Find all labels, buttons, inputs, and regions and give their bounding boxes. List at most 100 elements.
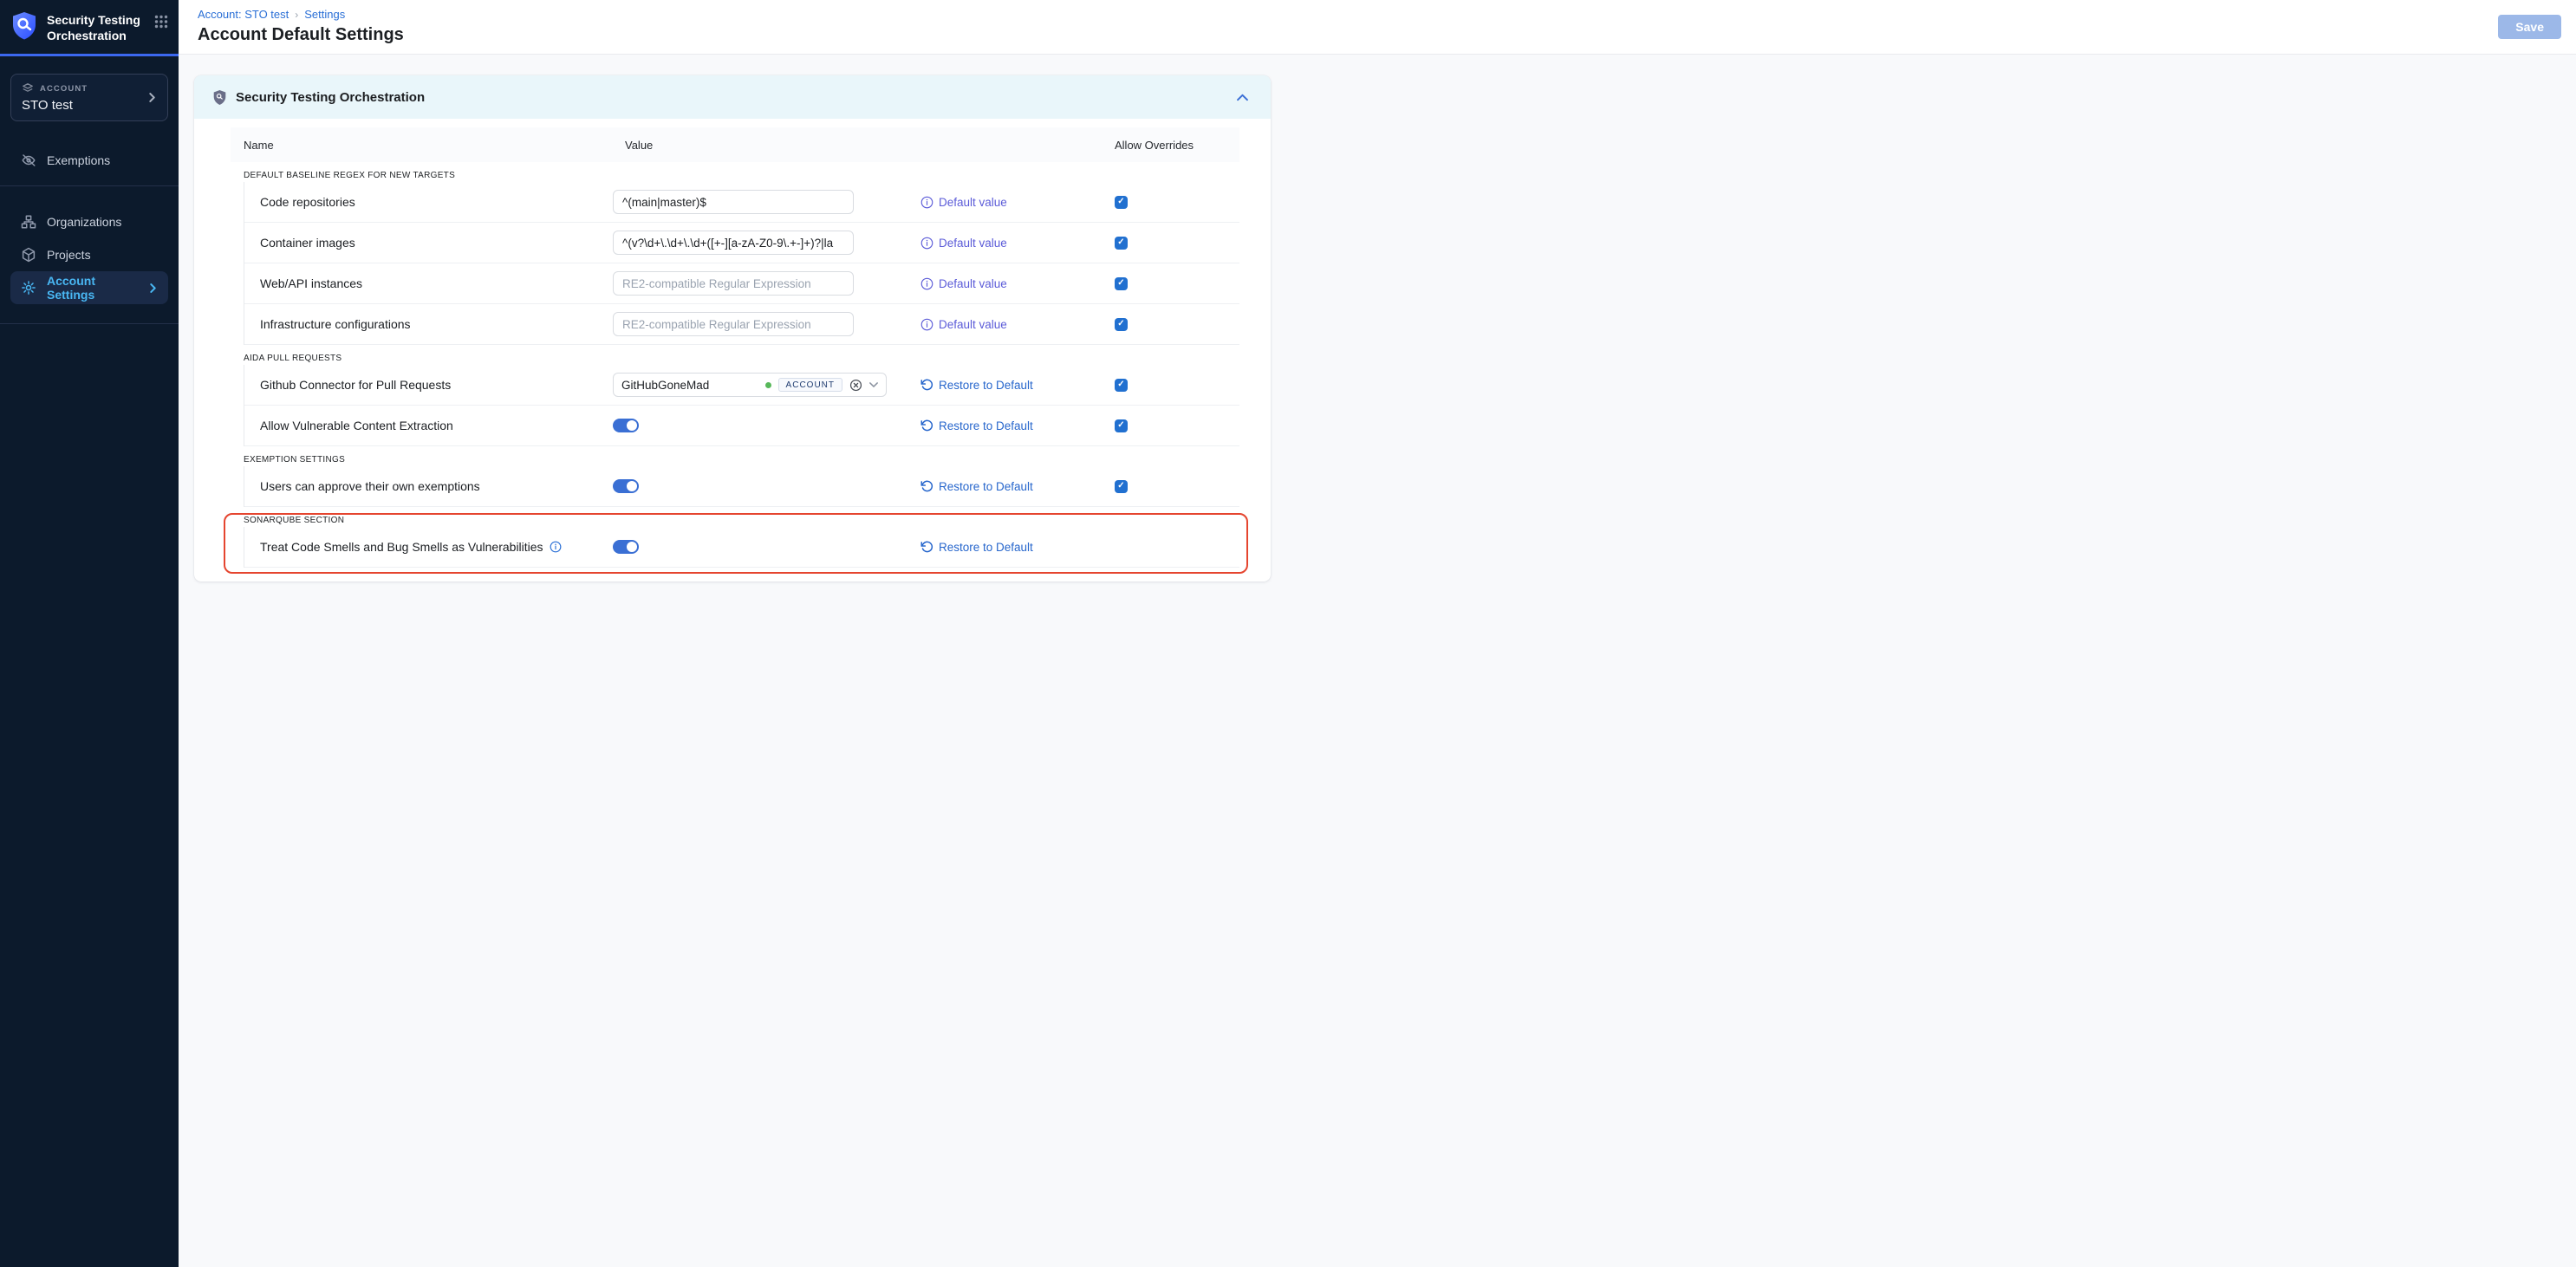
settings-group: SONARQUBE SECTION Treat Code Smells and B… bbox=[231, 516, 1239, 568]
allow-overrides-checkbox[interactable] bbox=[1115, 480, 1128, 493]
default-value-link[interactable]: Default value bbox=[920, 277, 1101, 290]
action-label: Default value bbox=[939, 318, 1007, 331]
info-circle-icon bbox=[920, 196, 933, 209]
sidebar-item-label: Exemptions bbox=[47, 153, 146, 167]
sidebar-divider bbox=[0, 323, 179, 324]
row-value-cell bbox=[613, 419, 920, 432]
allow-overrides-checkbox[interactable] bbox=[1115, 419, 1128, 432]
app-switcher-grid-icon[interactable] bbox=[154, 15, 168, 29]
table-row: Users can approve their own exemptions Re… bbox=[244, 466, 1239, 507]
info-circle-icon bbox=[920, 277, 933, 290]
connector-scope-tag: ACCOUNT bbox=[778, 378, 842, 392]
row-value-cell bbox=[613, 540, 920, 554]
restore-to-default-link[interactable]: Restore to Default bbox=[920, 379, 1101, 392]
action-label: Restore to Default bbox=[939, 541, 1033, 554]
sidebar-item-label: Account Settings bbox=[47, 274, 138, 302]
eye-off-icon bbox=[21, 153, 36, 168]
sidebar-item-label: Projects bbox=[47, 248, 146, 262]
content-area: Security Testing Orchestration Name Valu… bbox=[179, 55, 2576, 1267]
account-name: STO test bbox=[22, 98, 147, 113]
row-name-label: Users can approve their own exemptions bbox=[260, 479, 480, 493]
value-input[interactable] bbox=[613, 190, 854, 214]
row-value-cell bbox=[613, 190, 920, 214]
toggle-switch[interactable] bbox=[613, 540, 639, 554]
connector-status-dot bbox=[765, 382, 771, 388]
settings-card: Security Testing Orchestration Name Valu… bbox=[194, 75, 1271, 582]
allow-overrides-checkbox[interactable] bbox=[1115, 379, 1128, 392]
settings-group-inner: EXEMPTION SETTINGSUsers can approve thei… bbox=[244, 455, 1239, 507]
account-scope-card[interactable]: ACCOUNT STO test bbox=[10, 74, 168, 121]
toggle-switch[interactable] bbox=[613, 479, 639, 493]
chevron-down-icon[interactable] bbox=[869, 380, 878, 389]
settings-group: AIDA PULL REQUESTSGithub Connector for P… bbox=[231, 354, 1239, 446]
breadcrumb-account-link[interactable]: Account: STO test bbox=[198, 8, 289, 21]
group-rows: Users can approve their own exemptions Re… bbox=[244, 466, 1239, 507]
layers-icon bbox=[22, 82, 34, 94]
allow-overrides-checkbox[interactable] bbox=[1115, 318, 1128, 331]
group-label: EXEMPTION SETTINGS bbox=[244, 455, 1239, 465]
row-value-cell: GitHubGoneMadACCOUNT bbox=[613, 373, 920, 397]
row-override-cell bbox=[1101, 237, 1239, 250]
breadcrumb-settings-link[interactable]: Settings bbox=[304, 8, 345, 21]
action-label: Default value bbox=[939, 277, 1007, 290]
info-circle-icon bbox=[920, 318, 933, 331]
column-header-name: Name bbox=[244, 139, 625, 152]
value-input[interactable] bbox=[613, 312, 854, 336]
cube-icon bbox=[21, 247, 36, 263]
default-value-link[interactable]: Default value bbox=[920, 196, 1101, 209]
info-icon[interactable] bbox=[550, 541, 562, 553]
row-name-cell: Container images bbox=[244, 236, 613, 250]
table-row: Allow Vulnerable Content ExtractionResto… bbox=[244, 406, 1239, 446]
clear-circle-icon[interactable] bbox=[849, 379, 862, 392]
chevron-up-icon[interactable] bbox=[1237, 92, 1248, 103]
value-input[interactable] bbox=[613, 271, 854, 296]
default-value-link[interactable]: Default value bbox=[920, 318, 1101, 331]
group-rows: Code repositoriesDefault valueContainer … bbox=[244, 182, 1239, 345]
row-override-cell bbox=[1101, 379, 1239, 392]
settings-groups: DEFAULT BASELINE REGEX FOR NEW TARGETSCo… bbox=[231, 171, 1239, 568]
sidebar-item-label: Organizations bbox=[47, 215, 146, 229]
row-name-cell: Treat Code Smells and Bug Smells as Vuln… bbox=[244, 540, 613, 554]
module-header: Security Testing Orchestration bbox=[0, 0, 179, 43]
module-title: Security Testing Orchestration bbox=[47, 11, 146, 43]
sidebar: Security Testing Orchestration ACCOUNT S… bbox=[0, 0, 179, 1267]
settings-group-inner: DEFAULT BASELINE REGEX FOR NEW TARGETSCo… bbox=[244, 171, 1239, 345]
allow-overrides-checkbox[interactable] bbox=[1115, 277, 1128, 290]
breadcrumb-separator: › bbox=[295, 9, 298, 21]
info-circle-icon bbox=[920, 237, 933, 250]
restore-undo-icon bbox=[920, 480, 933, 493]
row-name-cell: Code repositories bbox=[244, 195, 613, 209]
sidebar-item-organizations[interactable]: Organizations bbox=[0, 205, 179, 238]
value-input[interactable] bbox=[613, 231, 854, 255]
main-area: Account: STO test › Settings Account Def… bbox=[179, 0, 2576, 1267]
row-override-cell bbox=[1101, 196, 1239, 209]
restore-to-default-link[interactable]: Restore to Default bbox=[920, 480, 1101, 493]
row-name-cell: Infrastructure configurations bbox=[244, 317, 613, 331]
breadcrumb: Account: STO test › Settings bbox=[198, 8, 2561, 21]
table-row: Container images Default value bbox=[244, 223, 1239, 263]
page-header: Account: STO test › Settings Account Def… bbox=[179, 0, 2576, 55]
row-value-cell bbox=[613, 479, 920, 493]
toggle-switch[interactable] bbox=[613, 419, 639, 432]
chevron-right-icon bbox=[147, 93, 157, 102]
restore-to-default-link[interactable]: Restore to Default bbox=[920, 419, 1101, 432]
save-button[interactable]: Save bbox=[2498, 15, 2561, 39]
table-row: Treat Code Smells and Bug Smells as Vuln… bbox=[244, 527, 1239, 568]
chevron-right-icon bbox=[148, 283, 158, 293]
allow-overrides-checkbox[interactable] bbox=[1115, 237, 1128, 250]
row-name-cell: Users can approve their own exemptions bbox=[244, 479, 613, 493]
sidebar-item-exemptions[interactable]: Exemptions bbox=[0, 144, 179, 177]
row-name-label: Web/API instances bbox=[260, 276, 362, 290]
action-label: Default value bbox=[939, 237, 1007, 250]
panel-header-security-testing-orchestration[interactable]: Security Testing Orchestration bbox=[194, 75, 1271, 119]
table-row: Web/API instances Default value bbox=[244, 263, 1239, 304]
sidebar-item-account-settings[interactable]: Account Settings bbox=[10, 271, 168, 304]
org-chart-icon bbox=[21, 214, 36, 230]
allow-overrides-checkbox[interactable] bbox=[1115, 196, 1128, 209]
restore-to-default-link[interactable]: Restore to Default bbox=[920, 541, 1101, 554]
connector-select[interactable]: GitHubGoneMadACCOUNT bbox=[613, 373, 887, 397]
row-value-cell bbox=[613, 312, 920, 336]
group-label: SONARQUBE SECTION bbox=[244, 516, 1239, 525]
default-value-link[interactable]: Default value bbox=[920, 237, 1101, 250]
sidebar-item-projects[interactable]: Projects bbox=[0, 238, 179, 271]
